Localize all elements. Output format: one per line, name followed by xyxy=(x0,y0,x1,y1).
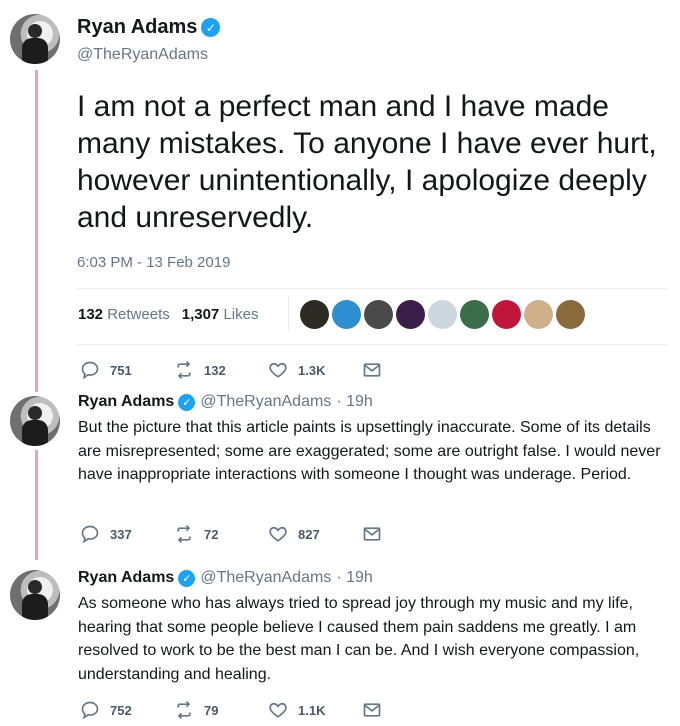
stats-separator xyxy=(288,296,289,332)
author-row: Ryan Adams ✓ xyxy=(77,16,221,39)
tweet-text: I am not a perfect man and I have made m… xyxy=(77,90,657,234)
like-button[interactable]: 1.1K xyxy=(268,700,362,720)
retweet-icon xyxy=(177,525,191,543)
like-count: 1.1K xyxy=(298,702,326,718)
author-name[interactable]: Ryan Adams xyxy=(77,16,197,39)
liker-avatar-6-icon[interactable] xyxy=(460,300,489,329)
liker-avatar-8-icon[interactable] xyxy=(524,300,553,329)
like-count: 827 xyxy=(298,526,320,542)
author-name[interactable]: Ryan Adams xyxy=(78,569,174,587)
author-row: Ryan Adams ✓ @TheRyanAdams · 19h xyxy=(78,569,373,587)
tweet-time[interactable]: · 19h xyxy=(336,393,372,411)
tweet-text: But the picture that this article paints… xyxy=(78,419,661,483)
reply-count: 337 xyxy=(110,526,132,542)
retweet-count: 79 xyxy=(204,702,219,718)
reply-icon xyxy=(81,361,99,380)
reply-icon xyxy=(81,525,99,544)
like-button[interactable]: 1.3K xyxy=(268,360,362,380)
heart-icon xyxy=(269,702,287,718)
tweet-stats: 132 Retweets 1,307 Likes xyxy=(78,306,258,323)
reply-button[interactable]: 337 xyxy=(80,524,174,544)
author-handle[interactable]: @TheRyanAdams xyxy=(200,569,331,587)
retweets-stat[interactable]: 132 Retweets xyxy=(78,306,170,323)
liker-avatar-1-icon[interactable] xyxy=(300,300,329,329)
direct-message-button[interactable] xyxy=(362,524,392,544)
author-row: Ryan Adams ✓ @TheRyanAdams · 19h xyxy=(78,393,373,411)
retweet-icon xyxy=(177,701,191,719)
like-count: 1.3K xyxy=(298,362,326,378)
reply-icon xyxy=(81,701,99,720)
retweet-button[interactable]: 132 xyxy=(174,360,268,380)
likers-strip xyxy=(300,300,585,329)
liker-avatar-3-icon[interactable] xyxy=(364,300,393,329)
author-name[interactable]: Ryan Adams xyxy=(78,393,174,411)
tweet-timestamp[interactable]: 6:03 PM - 13 Feb 2019 xyxy=(77,254,230,271)
retweets-label: Retweets xyxy=(107,306,170,323)
liker-avatar-7-icon[interactable] xyxy=(492,300,521,329)
verified-badge-icon: ✓ xyxy=(201,18,221,37)
retweet-count: 72 xyxy=(204,526,219,542)
author-handle[interactable]: @TheRyanAdams xyxy=(77,46,208,64)
envelope-icon xyxy=(363,363,381,377)
reply-button[interactable]: 751 xyxy=(80,360,174,380)
verified-badge-icon: ✓ xyxy=(178,393,196,411)
liker-avatar-4-icon[interactable] xyxy=(396,300,425,329)
thread-line xyxy=(35,70,38,392)
like-button[interactable]: 827 xyxy=(268,524,362,544)
divider xyxy=(77,344,667,345)
direct-message-button[interactable] xyxy=(362,360,392,380)
reply-count: 752 xyxy=(110,702,132,718)
retweets-count: 132 xyxy=(78,306,104,323)
heart-icon xyxy=(269,526,287,542)
reply-button[interactable]: 752 xyxy=(80,700,174,720)
avatar[interactable] xyxy=(10,14,60,64)
tweet-actions: 751 132 1.3K xyxy=(80,360,392,380)
tweet-actions: 752 79 1.1K xyxy=(80,700,392,720)
liker-avatar-9-icon[interactable] xyxy=(556,300,585,329)
retweet-button[interactable]: 72 xyxy=(174,524,268,544)
avatar[interactable] xyxy=(10,570,60,620)
avatar[interactable] xyxy=(10,396,60,446)
retweet-icon xyxy=(177,361,191,379)
author-handle[interactable]: @TheRyanAdams xyxy=(200,393,331,411)
retweet-count: 132 xyxy=(204,362,226,378)
liker-avatar-2-icon[interactable] xyxy=(332,300,361,329)
tweet-text: As someone who has always tried to sprea… xyxy=(78,595,640,683)
direct-message-button[interactable] xyxy=(362,700,392,720)
reply-count: 751 xyxy=(110,362,132,378)
likes-label: Likes xyxy=(223,306,259,323)
verified-badge-icon: ✓ xyxy=(178,569,196,587)
envelope-icon xyxy=(363,527,381,541)
liker-avatar-default-icon[interactable] xyxy=(428,300,457,329)
likes-stat[interactable]: 1,307 Likes xyxy=(182,306,259,323)
heart-icon xyxy=(269,362,287,378)
thread-line xyxy=(35,450,38,560)
likes-count: 1,307 xyxy=(181,306,220,323)
retweet-button[interactable]: 79 xyxy=(174,700,268,720)
envelope-icon xyxy=(363,703,381,717)
tweet-actions: 337 72 827 xyxy=(80,524,392,544)
divider xyxy=(77,288,667,289)
tweet-time[interactable]: · 19h xyxy=(336,569,372,587)
